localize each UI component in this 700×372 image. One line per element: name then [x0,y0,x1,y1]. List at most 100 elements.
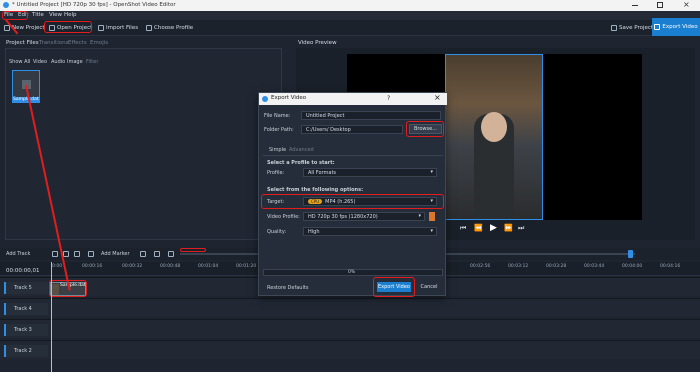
file-name-input[interactable]: Untitled Project [301,111,441,120]
jump-start-icon[interactable]: ⏮ [460,224,466,233]
filter-search-input[interactable]: Filter [86,59,98,65]
save-icon [611,25,617,31]
profile-label: Profile: [267,170,285,176]
video-selection-box[interactable] [445,54,543,220]
chevron-down-icon: ▾ [418,213,421,219]
ruler-tick: 00:03:12 [508,264,529,269]
playback-controls: ⏮ ⏪ ▶ ⏩ ⏭ [460,223,530,234]
annotation-highlight [373,277,415,297]
close-icon[interactable]: × [434,93,441,102]
maximize-icon[interactable] [657,2,663,8]
new-project-label: New Project [12,25,45,31]
ruler-tick: 00:03:44 [584,264,605,269]
ripple-icon[interactable] [74,251,80,257]
media-thumbnail-label: Sample.dat [13,97,39,102]
ruler-tick: 00:00:16 [82,264,103,269]
options-heading: Select from the following options: [267,187,364,193]
export-icon [654,24,661,30]
import-files-button[interactable]: Import Files [98,23,138,33]
export-progress-bar: 0% [263,269,443,276]
tab-transitions[interactable]: Transitions [39,40,68,46]
zoom-handle[interactable] [628,250,633,258]
ruler-tick: 00:03:28 [546,264,567,269]
arrow-icon[interactable] [88,251,94,257]
save-project-button[interactable]: Save Project [611,23,653,33]
timeline-track[interactable]: Track 3 [0,319,700,338]
profile-value: All Formats [308,169,337,176]
tab-emojis[interactable]: Emojis [90,40,108,46]
profile-edit-icon[interactable] [429,212,435,221]
close-icon[interactable]: × [683,0,690,9]
menu-title[interactable]: Title [32,12,44,18]
add-marker-button[interactable]: Add Marker [101,251,130,257]
restore-defaults-button[interactable]: Restore Defaults [267,285,308,291]
filter-video[interactable]: Video [33,59,47,65]
folder-path-label: Folder Path: [264,127,294,133]
ruler-tick: 00:01:20 [236,264,257,269]
track-label[interactable]: Track 5 [4,282,48,294]
file-name-value: Untitled Project [306,112,345,119]
jump-end-icon[interactable]: ⏭ [518,224,524,233]
quality-value: High [308,228,320,235]
timeline-track[interactable]: Track 4 [0,298,700,317]
tab-simple[interactable]: Simple [269,147,286,153]
fast-forward-icon[interactable]: ⏩ [504,224,513,232]
toolbar-export-video-label: Export Video [662,24,698,30]
filter-image[interactable]: Image [67,59,83,65]
folder-path-input[interactable]: C:/Users/ Desktop [301,125,403,134]
filter-audio[interactable]: Audio [51,59,65,65]
folder-path-value: C:/Users/ Desktop [306,126,351,133]
annotation-highlight [44,21,92,33]
minimize-icon[interactable] [632,5,638,6]
cancel-button[interactable]: Cancel [417,282,441,292]
project-files-panel [5,48,282,240]
ruler-tick: 00:00:32 [122,264,143,269]
add-track-button[interactable]: Add Track [6,251,30,257]
ruler-tick: 00:01:04 [198,264,219,269]
razor-icon[interactable] [63,251,69,257]
help-button[interactable]: ? [387,95,390,102]
quality-label: Quality: [267,229,287,235]
filter-show-all[interactable]: Show All [9,59,30,65]
chevron-down-icon: ▾ [430,169,433,175]
current-time: 00:00:00,01 [6,268,40,274]
profile-select[interactable]: All Formats ▾ [303,168,437,177]
progress-value: 0% [348,270,356,275]
snap-icon[interactable] [52,251,58,257]
ruler-tick: 00:00:48 [160,264,181,269]
add-marker-label: Add Marker [101,251,130,257]
main-toolbar: New Project Open Project Import Files Ch… [0,20,700,36]
app-logo-icon [3,2,9,8]
rewind-icon[interactable]: ⏪ [474,224,483,232]
track-label[interactable]: Track 2 [4,345,48,357]
menu-help[interactable]: Help [64,12,77,18]
tab-effects[interactable]: Effects [68,40,87,46]
next-marker-icon[interactable] [154,251,160,257]
save-project-label: Save Project [619,25,654,31]
import-icon [98,25,104,31]
track-label[interactable]: Track 4 [4,303,48,315]
choose-profile-button[interactable]: Choose Profile [146,23,193,33]
choose-profile-label: Choose Profile [154,25,194,31]
track-label[interactable]: Track 3 [4,324,48,336]
tab-advanced[interactable]: Advanced [289,147,314,153]
ruler-tick: 00:04:00 [622,264,643,269]
add-track-label: Add Track [6,251,31,257]
menu-view[interactable]: View [49,12,62,18]
tab-project-files[interactable]: Project Files [6,40,39,46]
previous-marker-icon[interactable] [140,251,146,257]
center-timeline-icon[interactable] [168,251,174,257]
playhead[interactable] [51,262,52,372]
quality-select[interactable]: High ▾ [303,227,437,236]
video-profile-value: HD 720p 30 fps (1280x720) [308,213,378,220]
ruler-tick: 00:02:56 [470,264,491,269]
play-icon[interactable]: ▶ [490,223,497,233]
import-files-label: Import Files [106,25,139,31]
toolbar-export-video-button[interactable]: Export Video [652,18,700,36]
annotation-highlight [180,248,206,252]
video-profile-select[interactable]: HD 720p 30 fps (1280x720) ▾ [303,212,425,221]
timeline-track[interactable]: Track 2 [0,340,700,359]
window-titlebar: * Untitled Project [HD 720p 30 fps] - Op… [0,0,700,11]
app-logo-icon [262,96,268,102]
video-preview-title: Video Preview [298,40,337,46]
